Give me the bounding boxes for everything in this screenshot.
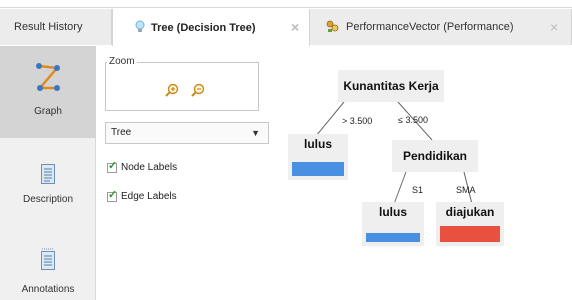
tree-leaf-s1[interactable]: lulus [362,202,424,246]
edge-label-right: ≤ 3.500 [398,115,428,125]
edge-label-sma: SMA [456,185,476,195]
tab-label: Tree (Decision Tree) [151,21,256,34]
view-sidebar: Graph Description Annotations [0,46,96,300]
leaf-label: lulus [378,205,407,219]
tree-leaf-left[interactable]: lulus [288,134,348,180]
tab-tree-decision-tree[interactable]: Tree (Decision Tree) × [112,9,310,46]
tab-performance-vector[interactable]: PerformanceVector (Performance) × [310,9,572,45]
edge-label-left: > 3.500 [342,116,373,126]
node-label: Kunantitas Kerja [343,79,439,93]
performance-icon [326,20,339,36]
description-icon [41,164,55,184]
layout-select[interactable]: Tree ▼ [105,122,269,144]
close-icon[interactable]: × [291,19,299,35]
sidebar-item-annotations[interactable]: Annotations [0,228,96,300]
top-border [0,0,572,8]
zoom-out-icon[interactable] [190,83,206,99]
tree-node-child[interactable]: Pendidikan [392,140,478,172]
layout-select-value: Tree [111,127,132,138]
edge-root-left [315,101,345,137]
class-bar-lulus [292,162,344,176]
graph-options-panel: Zoom Tree ▼ ✓ Node Labels ✓ Edge Labels [97,46,275,300]
class-bar-diajukan [440,226,500,242]
sidebar-item-label: Description [22,194,74,205]
graph-icon [36,63,60,91]
node-label: Pendidikan [402,149,467,163]
edge-label-s1: S1 [412,185,424,195]
leaf-label: diajukan [445,205,495,219]
edge-labels-option[interactable]: ✓ Edge Labels [107,189,177,202]
tab-label: Result History [14,21,83,33]
sidebar-item-description[interactable]: Description [0,138,96,228]
zoom-group [105,62,259,111]
sidebar-item-label: Graph [34,106,62,117]
checkmark-icon: ✓ [108,188,118,201]
tree-leaf-sma[interactable]: diajukan [436,202,504,246]
sidebar-item-label: Annotations [21,284,75,295]
leaf-label: lulus [303,137,332,151]
zoom-in-icon[interactable] [164,83,180,99]
tree-canvas[interactable]: Kunantitas Kerja > 3.500 ≤ 3.500 lulus P… [276,46,572,300]
edge-child-s1 [393,171,407,205]
edge-labels-label: Edge Labels [121,191,177,202]
checkmark-icon: ✓ [108,159,118,172]
tab-result-history[interactable]: Result History [0,9,112,45]
edge-labels-checkbox[interactable]: ✓ [107,189,117,202]
tab-bar: Result History Tree (Decision Tree) × Pe… [0,9,572,46]
zoom-label: Zoom [107,56,137,67]
tab-label: PerformanceVector (Performance) [346,21,514,33]
dropdown-arrow-icon: ▼ [251,128,260,138]
class-bar-lulus [366,233,420,242]
node-labels-checkbox[interactable]: ✓ [107,160,117,173]
tree-node-root[interactable]: Kunantitas Kerja [338,70,444,102]
sidebar-item-graph[interactable]: Graph [0,46,96,138]
node-labels-label: Node Labels [121,162,178,173]
node-labels-option[interactable]: ✓ Node Labels [107,160,178,173]
close-icon[interactable]: × [550,19,558,35]
lightbulb-icon [135,20,145,37]
annotations-icon [41,248,55,270]
